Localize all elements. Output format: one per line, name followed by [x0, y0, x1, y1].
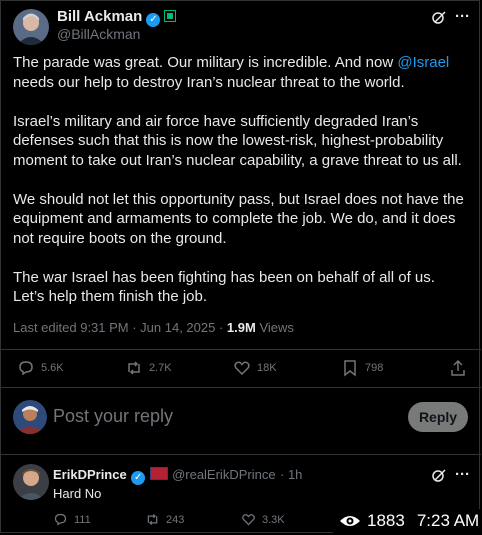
verified-badge-icon: ✓: [146, 13, 161, 27]
views-count: 1.9M: [226, 320, 256, 335]
reply-header: ErikDPrince ✓ @realErikDPrince · 1h: [53, 466, 302, 485]
like-count: 18K: [257, 362, 277, 374]
author-name-row[interactable]: Bill Ackman ✓: [57, 8, 177, 27]
post-paragraph: The parade was great. Our military is in…: [13, 54, 450, 91]
views-label: Views: [255, 320, 294, 335]
more-icon[interactable]: ···: [455, 8, 470, 25]
post-paragraph: We should not let this opportunity pass,…: [13, 190, 464, 247]
reply-like-action[interactable]: 3.3K: [241, 512, 285, 527]
reply-icon: [19, 361, 33, 376]
divider: [1, 454, 481, 455]
reply-count: 5.6K: [41, 362, 64, 374]
reply-author-handle[interactable]: @realErikDPrince: [172, 467, 276, 482]
share-action[interactable]: [449, 359, 467, 377]
like-icon: [234, 361, 250, 376]
author-avatar[interactable]: [13, 9, 49, 45]
repost-icon: [147, 514, 158, 525]
post-body: The parade was great. Our military is in…: [13, 53, 468, 326]
reply-text: Hard No: [53, 486, 102, 501]
post-meta: Last edited 9:31 PM · Jun 14, 2025 · 1.9…: [13, 320, 294, 335]
post-paragraph: The war Israel has been fighting has bee…: [13, 268, 435, 306]
bookmark-icon: [344, 360, 356, 377]
like-icon: [242, 514, 255, 526]
reply-repost-count: 243: [166, 513, 185, 526]
screen-overlay: 1883 7:23 AM: [333, 509, 482, 533]
divider: [1, 387, 481, 388]
eye-icon: [340, 516, 360, 526]
reply-action[interactable]: 5.6K: [17, 359, 64, 377]
more-icon[interactable]: ···: [455, 466, 470, 483]
my-avatar[interactable]: [13, 400, 47, 434]
post-card: Bill Ackman ✓ @BillAckman ··· The parade…: [0, 0, 482, 533]
reply-reply-action[interactable]: 111: [53, 512, 91, 527]
author-name[interactable]: Bill Ackman: [57, 8, 142, 25]
edited-timestamp[interactable]: Last edited 9:31 PM · Jun 14, 2025 ·: [13, 320, 227, 335]
reply-reply-count: 111: [74, 513, 91, 526]
reply-button[interactable]: Reply: [408, 402, 468, 432]
reply-author-avatar[interactable]: [13, 464, 49, 500]
mention-link[interactable]: @Israel: [397, 54, 449, 71]
reply-time[interactable]: · 1h: [280, 467, 302, 482]
divider: [1, 349, 481, 350]
repost-count: 2.7K: [149, 362, 172, 374]
verified-badge-icon: ✓: [131, 471, 146, 485]
overlay-views: 1883: [367, 511, 405, 530]
repost-icon: [128, 361, 140, 375]
reply-like-count: 3.3K: [262, 513, 285, 526]
author-handle[interactable]: @BillAckman: [57, 26, 140, 42]
grok-icon[interactable]: [431, 9, 447, 30]
reply-author-name[interactable]: ErikDPrince: [53, 467, 127, 482]
post-paragraph: Israel’s military and air force have suf…: [13, 112, 462, 169]
reply-icon: [54, 513, 67, 526]
like-action[interactable]: 18K: [233, 359, 277, 377]
grok-icon[interactable]: [431, 467, 447, 488]
affiliate-badge-icon: [164, 10, 177, 22]
bookmark-count: 798: [365, 362, 384, 374]
flag-icon: [149, 467, 168, 480]
share-icon: [451, 359, 465, 376]
overlay-time: 7:23 AM: [416, 511, 480, 530]
reply-input[interactable]: Post your reply: [53, 406, 173, 427]
repost-action[interactable]: 2.7K: [125, 359, 172, 377]
reply-repost-action[interactable]: 243: [145, 512, 184, 527]
bookmark-action[interactable]: 798: [341, 359, 383, 377]
